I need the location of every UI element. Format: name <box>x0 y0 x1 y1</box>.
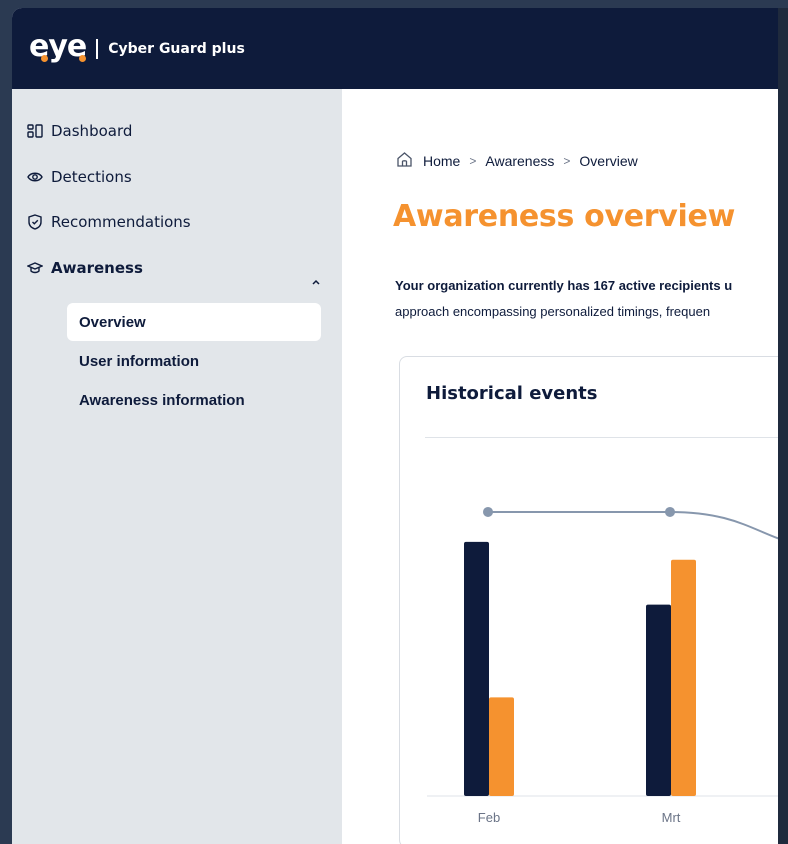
historical-events-chart: Feb Mrt <box>427 506 778 825</box>
sidebar-subitem-label: User information <box>79 352 200 370</box>
sidebar-item-detections[interactable]: Detections <box>27 168 132 186</box>
page-description: Your organization currently has 167 acti… <box>395 273 778 325</box>
chart-line <box>487 510 778 540</box>
home-icon[interactable] <box>396 151 413 171</box>
sidebar-item-recommendations[interactable]: Recommendations <box>27 213 191 231</box>
sidebar-subitem-awareness-information[interactable]: Awareness information <box>67 381 321 419</box>
sidebar-item-label: Dashboard <box>51 122 133 140</box>
dashboard-icon <box>27 123 43 139</box>
breadcrumb-current: Overview <box>579 153 638 169</box>
historical-events-card: Historical events Feb Mrt <box>399 356 778 844</box>
chart-bar <box>671 559 696 796</box>
sidebar-item-dashboard[interactable]: Dashboard <box>27 122 132 140</box>
chart-bar <box>464 541 489 796</box>
sidebar-subitem-label: Awareness information <box>79 391 245 409</box>
eye-icon <box>27 169 43 185</box>
breadcrumb-home-link[interactable]: Home <box>423 153 460 169</box>
page-title: Awareness overview <box>393 199 735 234</box>
chevron-right-icon: > <box>469 154 477 168</box>
logo-divider <box>96 38 99 59</box>
chart-point <box>665 506 675 517</box>
main-content: Home > Awareness > Overview Awareness ov… <box>342 89 778 844</box>
sidebar-item-label: Detections <box>51 168 132 186</box>
x-tick-label: Feb <box>478 810 500 825</box>
shield-check-icon <box>27 214 43 230</box>
description-line-2: approach encompassing personalized timin… <box>395 304 711 319</box>
logo-dot-icon <box>41 54 48 62</box>
chevron-right-icon: > <box>563 154 571 168</box>
x-tick-label: Mrt <box>662 810 681 825</box>
breadcrumb: Home > Awareness > Overview <box>396 151 638 171</box>
sidebar-item-awareness[interactable]: Awareness <box>27 259 143 277</box>
sidebar-subitem-overview[interactable]: Overview <box>67 303 321 341</box>
logo[interactable]: eye <box>29 28 87 64</box>
description-line-1: Your organization currently has 167 acti… <box>395 278 733 293</box>
chart-bar <box>489 697 514 796</box>
app-window: eye Cyber Guard plus Dashboard Detection… <box>12 8 778 844</box>
window-edge <box>778 8 788 844</box>
chevron-up-icon[interactable] <box>310 275 322 287</box>
product-name: Cyber Guard plus <box>108 40 245 57</box>
sidebar: Dashboard Detections Recommendations Awa… <box>12 89 342 844</box>
breadcrumb-awareness-link[interactable]: Awareness <box>485 153 554 169</box>
sidebar-subitem-label: Overview <box>79 313 146 331</box>
sidebar-item-label: Recommendations <box>51 213 191 231</box>
graduation-cap-icon <box>27 260 43 276</box>
chart-point <box>483 506 493 517</box>
sidebar-subitem-user-information[interactable]: User information <box>67 342 321 380</box>
chart-bar <box>646 604 671 796</box>
logo-text: eye <box>29 28 87 64</box>
top-bar: eye Cyber Guard plus <box>12 8 778 89</box>
logo-dot-icon <box>79 54 86 62</box>
sidebar-item-label: Awareness <box>51 259 143 277</box>
